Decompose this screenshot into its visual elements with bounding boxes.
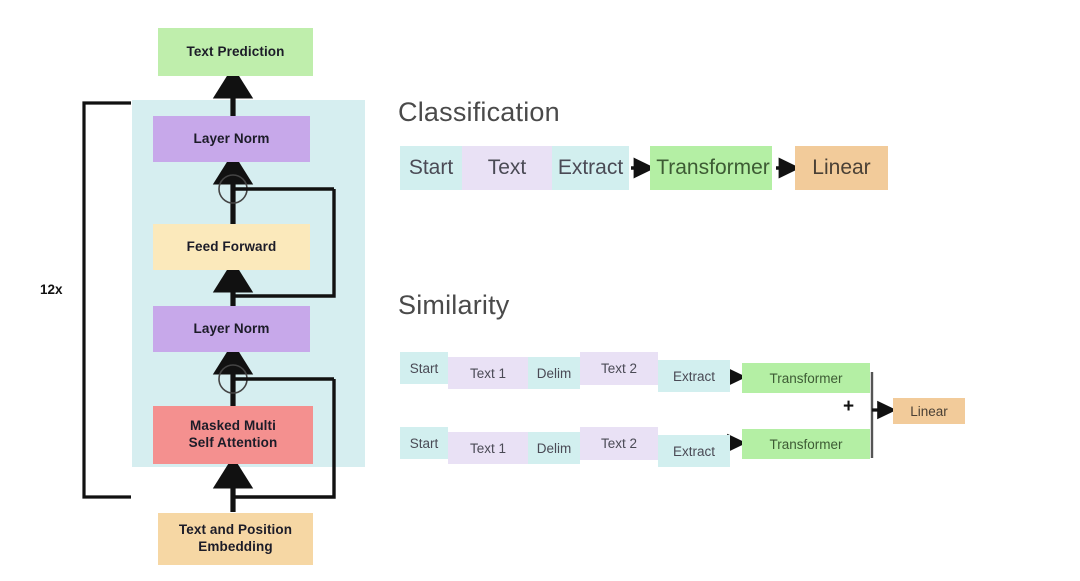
token-extract: Extract (658, 360, 730, 392)
token-delim: Delim (528, 357, 580, 389)
token-text-2: Text 2 (580, 427, 658, 460)
token-start: Start (400, 146, 462, 190)
block-label-line-1: Masked Multi (190, 418, 276, 434)
token-label: Text 2 (600, 361, 638, 376)
token-label: Text (487, 156, 527, 179)
block-label: Transformer (656, 156, 770, 179)
block-transformer: Transformer (742, 363, 870, 393)
block-text-prediction: Text Prediction (158, 28, 313, 76)
merge-plus-symbol: + (843, 396, 855, 417)
block-label: Layer Norm (193, 320, 270, 336)
block-linear: Linear (893, 398, 965, 424)
block-label: Linear (812, 156, 871, 179)
token-label: Text 2 (600, 436, 638, 451)
token-text: Text (462, 146, 552, 190)
block-label: Text and Position Embedding (179, 522, 292, 556)
block-label: Masked Multi Self Attention (189, 418, 278, 452)
section-title-classification: Classification (398, 97, 560, 127)
token-start: Start (400, 427, 448, 459)
token-label: Delim (536, 440, 572, 456)
block-masked-multi-self-attention: Masked Multi Self Attention (153, 406, 313, 464)
token-text-2: Text 2 (580, 352, 658, 385)
token-label: Extract (672, 368, 715, 384)
block-transformer: Transformer (650, 146, 772, 190)
block-label-line-1: Text and Position (178, 522, 293, 538)
token-label: Extract (672, 443, 715, 459)
token-label: Delim (536, 365, 572, 381)
token-delim: Delim (528, 432, 580, 464)
block-feed-forward: Feed Forward (153, 224, 310, 270)
section-title-similarity: Similarity (398, 290, 510, 320)
block-label: Linear (910, 403, 948, 419)
block-label: Transformer (769, 370, 843, 386)
block-layer-norm-upper: Layer Norm (153, 116, 310, 162)
token-text-1: Text 1 (448, 432, 528, 464)
block-layer-norm-lower: Layer Norm (153, 306, 310, 352)
block-transformer: Transformer (742, 429, 870, 459)
token-label: Start (408, 156, 454, 179)
block-label: Layer Norm (193, 130, 270, 146)
block-label: Feed Forward (186, 238, 277, 254)
token-extract: Extract (552, 146, 629, 190)
token-label: Start (409, 360, 439, 376)
block-label-line-2: Embedding (198, 539, 273, 554)
block-label: Transformer (769, 436, 843, 452)
token-text-1: Text 1 (448, 357, 528, 389)
token-label: Text 1 (469, 365, 507, 381)
block-text-and-position-embedding: Text and Position Embedding (158, 513, 313, 565)
block-linear: Linear (795, 146, 888, 190)
token-extract: Extract (658, 435, 730, 467)
token-label: Text 1 (469, 440, 507, 456)
block-label-line-2: Self Attention (188, 435, 278, 450)
diagram-canvas: 12x Text Prediction Layer Norm Feed Forw… (0, 0, 1080, 581)
token-label: Extract (557, 156, 624, 179)
token-label: Start (409, 435, 439, 451)
token-start: Start (400, 352, 448, 384)
repeat-count-label: 12x (40, 282, 63, 297)
block-label: Text Prediction (186, 43, 285, 59)
